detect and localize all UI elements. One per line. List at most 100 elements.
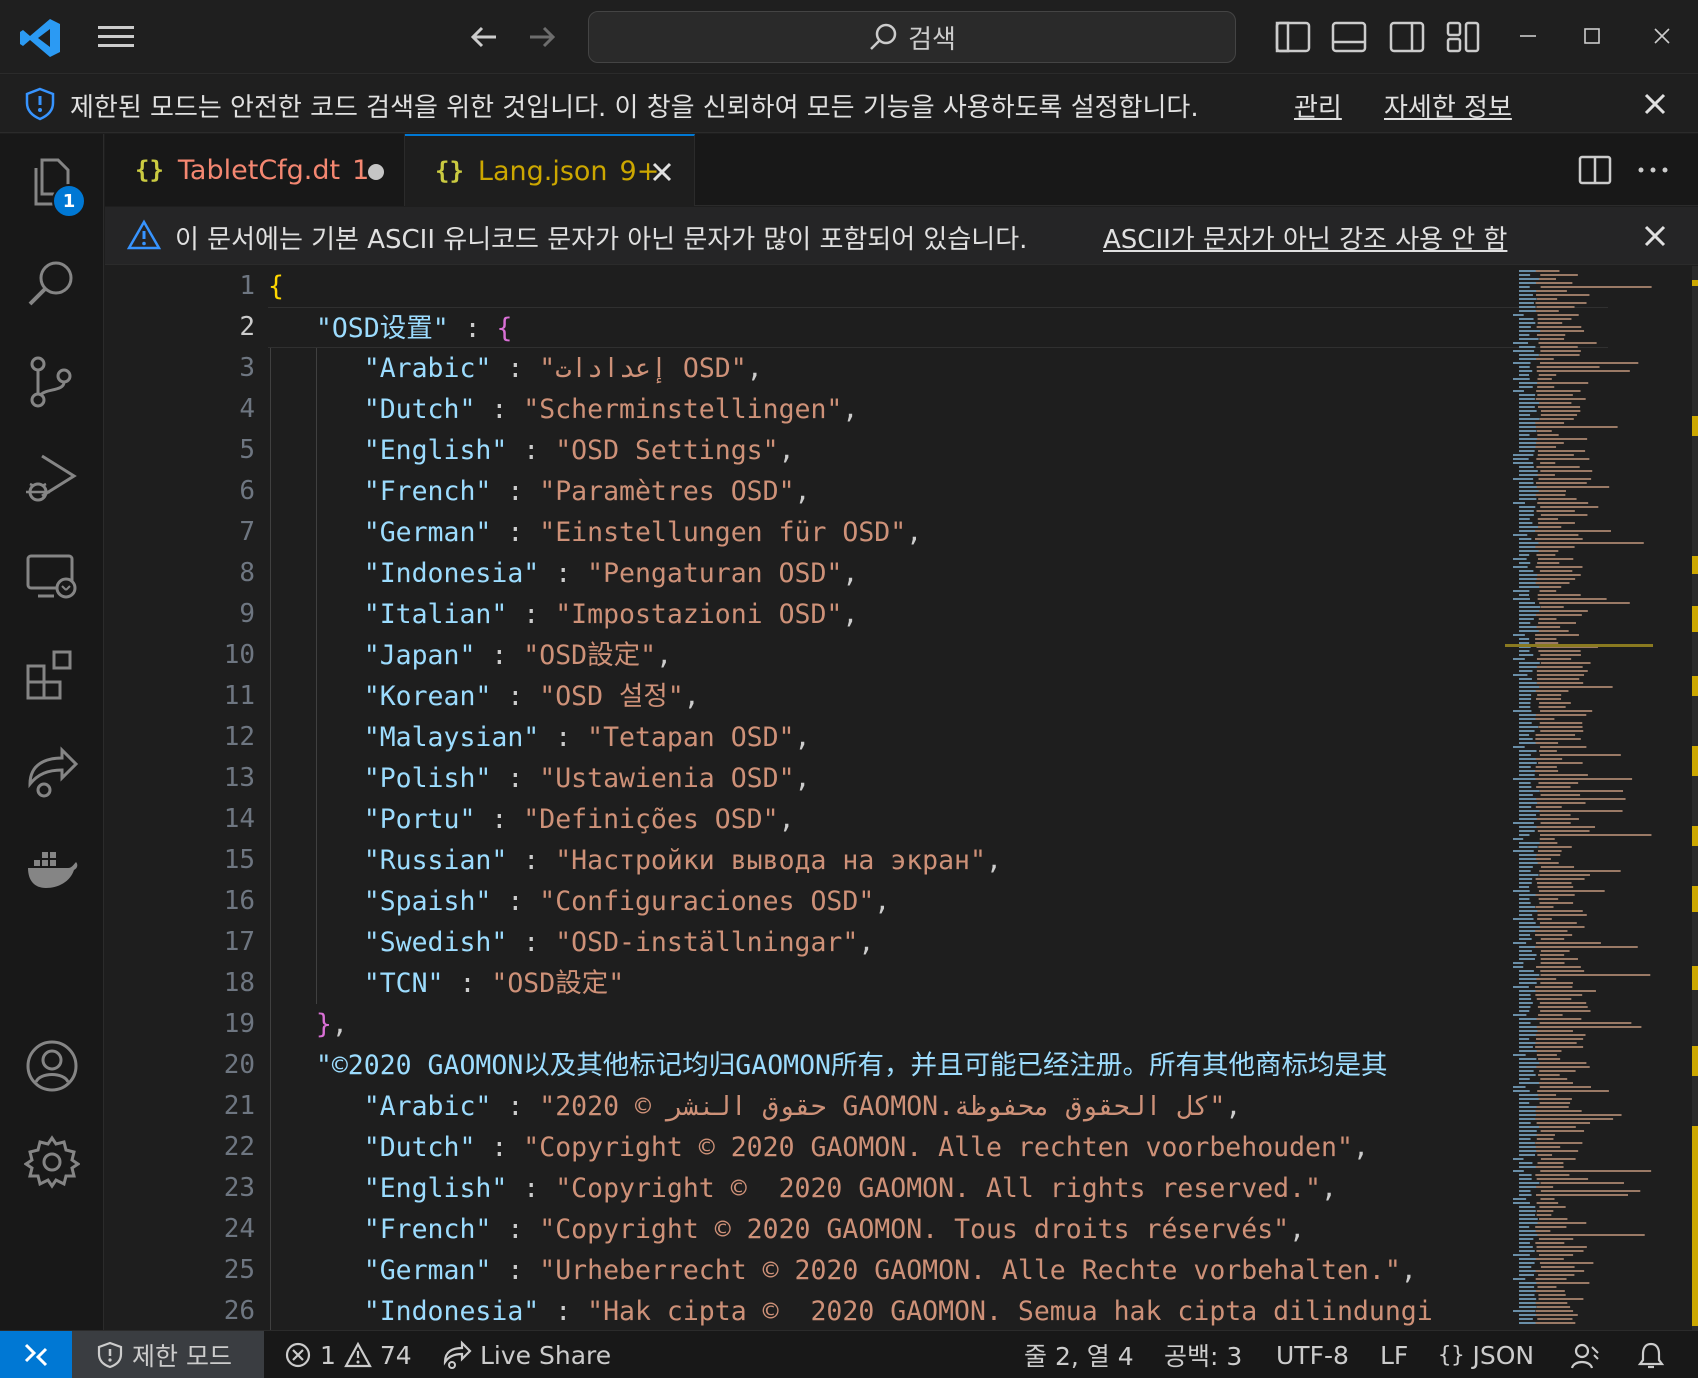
code-line[interactable]: "Arabic" : "2020 © حقوق النشر GAOMON.كل …	[268, 1086, 1242, 1127]
hamburger-menu-icon[interactable]	[96, 22, 136, 52]
back-arrow-icon[interactable]	[466, 18, 506, 56]
code-line[interactable]: "German" : "Einstellungen für OSD",	[268, 512, 922, 553]
close-banner-icon[interactable]	[1640, 89, 1670, 119]
line-number: 15	[223, 845, 255, 875]
eol-status[interactable]: LF	[1380, 1331, 1408, 1378]
code-line[interactable]: "Arabic" : "إعدادات OSD",	[268, 348, 763, 389]
cursor-position[interactable]: 줄 2, 열 4	[1024, 1331, 1134, 1378]
code-line[interactable]: "Polish" : "Ustawienia OSD",	[268, 758, 811, 799]
minimap-key-mark	[1519, 806, 1532, 808]
code-line[interactable]: "Spaish" : "Configuraciones OSD",	[268, 881, 891, 922]
code-token: "Scherminstellingen"	[523, 394, 843, 425]
code-line[interactable]: {	[268, 266, 284, 307]
minimap-key-mark	[1519, 554, 1530, 556]
line-number: 10	[223, 640, 255, 670]
code-line[interactable]: "Dutch" : "Scherminstellingen",	[268, 389, 859, 430]
live-share-status[interactable]: Live Share	[442, 1331, 611, 1378]
live-share-label: Live Share	[480, 1340, 612, 1370]
remote-explorer-icon[interactable]	[24, 548, 80, 604]
minimap-key-mark	[1519, 334, 1530, 336]
code-line[interactable]: "Portu" : "Definições OSD",	[268, 799, 795, 840]
settings-gear-icon[interactable]	[24, 1134, 80, 1190]
code-line[interactable]: "French" : "Copyright © 2020 GAOMON. Tou…	[268, 1209, 1305, 1250]
accounts-icon[interactable]	[24, 1038, 80, 1094]
minimap-key-mark	[1519, 886, 1530, 888]
error-count: 1	[320, 1340, 336, 1370]
maximize-window-icon[interactable]	[1570, 16, 1614, 56]
minimap-value-mark	[1537, 574, 1581, 576]
code-line[interactable]: "Indonesia" : "Hak cipta © 2020 GAOMON. …	[268, 1291, 1433, 1330]
code-line[interactable]: "©2020 GAOMON以及其他标记均归GAOMON所有，并且可能已经注册。所…	[268, 1045, 1388, 1086]
disable-highlight-link[interactable]: ASCII가 문자가 아닌 강조 사용 안 함	[1103, 219, 1507, 256]
search-view-icon[interactable]	[24, 256, 80, 312]
problems-status[interactable]: 1 74	[284, 1331, 412, 1378]
minimap-value-mark	[1535, 930, 1568, 932]
unsaved-dot-icon[interactable]	[368, 164, 384, 180]
minimap-value-mark	[1539, 1086, 1592, 1088]
code-token: :	[443, 968, 492, 999]
code-line[interactable]: "TCN" : "OSD設定"	[268, 963, 624, 1004]
remote-indicator[interactable]	[0, 1331, 72, 1378]
notifications-bell-icon[interactable]	[1636, 1341, 1666, 1371]
indentation-status[interactable]: 공백: 3	[1164, 1331, 1242, 1378]
toggle-secondary-sidebar-icon[interactable]	[1388, 18, 1426, 56]
minimap-value-mark	[1540, 662, 1591, 664]
code-line[interactable]: },	[268, 1004, 348, 1045]
extensions-icon[interactable]	[24, 646, 80, 702]
command-center-search[interactable]: 검색	[588, 11, 1236, 63]
minimap-key-mark	[1513, 534, 1528, 536]
docker-icon[interactable]	[24, 840, 80, 896]
manage-link[interactable]: 관리	[1294, 87, 1342, 124]
minimap[interactable]	[1505, 266, 1653, 1330]
customize-layout-icon[interactable]	[1444, 18, 1482, 56]
tab-tabletcfg[interactable]: {} TabletCfg.dt 1	[105, 134, 405, 206]
code-editor[interactable]: 1 2 3 4 5 6 7 8 9 10 11 12 13 14 15 16 17 18 19 20 21 22 23 24 2…	[105, 266, 1698, 1330]
code-line[interactable]: "English" : "Copyright © 2020 GAOMON. Al…	[268, 1168, 1337, 1209]
code-line[interactable]: "Malaysian" : "Tetapan OSD",	[268, 717, 811, 758]
code-line[interactable]: "French" : "Paramètres OSD",	[268, 471, 811, 512]
line-number: 21	[223, 1091, 255, 1121]
toggle-primary-sidebar-icon[interactable]	[1274, 18, 1312, 56]
close-window-icon[interactable]	[1640, 16, 1684, 56]
line-number: 3	[239, 353, 255, 383]
minimap-value-mark	[1538, 898, 1559, 900]
code-line[interactable]: "Italian" : "Impostazioni OSD",	[268, 594, 859, 635]
minimap-value-mark	[1539, 338, 1565, 340]
close-tab-icon[interactable]	[648, 158, 676, 186]
toggle-panel-icon[interactable]	[1330, 18, 1368, 56]
code-line[interactable]: "Swedish" : "OSD-inställningar",	[268, 922, 875, 963]
split-editor-icon[interactable]	[1577, 152, 1613, 188]
close-warning-icon[interactable]	[1640, 221, 1670, 251]
code-content[interactable]: { "OSD设置" : { "Arabic" : "إعدادات OSD", …	[268, 266, 1608, 1330]
more-actions-icon[interactable]	[1633, 152, 1673, 188]
code-line[interactable]: "Korean" : "OSD 설정",	[268, 676, 700, 717]
minimap-key-mark	[1519, 570, 1534, 572]
code-line[interactable]: "Indonesia" : "Pengaturan OSD",	[268, 553, 859, 594]
encoding-status[interactable]: UTF-8	[1276, 1331, 1349, 1378]
code-line[interactable]: "Japan" : "OSD設定",	[268, 635, 672, 676]
code-line[interactable]: "OSD设置" : {	[268, 307, 1608, 348]
code-line[interactable]: "Dutch" : "Copyright © 2020 GAOMON. Alle…	[268, 1127, 1369, 1168]
minimap-key-mark	[1519, 406, 1535, 408]
feedback-icon[interactable]	[1570, 1341, 1600, 1371]
run-and-debug-icon[interactable]	[24, 450, 80, 506]
forward-arrow-icon[interactable]	[522, 18, 562, 56]
minimize-window-icon[interactable]	[1506, 16, 1550, 56]
code-line[interactable]: "German" : "Urheberrecht © 2020 GAOMON. …	[268, 1250, 1417, 1291]
code-line[interactable]: "Russian" : "Настройки вывода на экран",	[268, 840, 1002, 881]
code-line[interactable]: "English" : "OSD Settings",	[268, 430, 795, 471]
tab-lang-json[interactable]: {} Lang.json 9+	[405, 134, 695, 206]
minimap-value-mark	[1538, 342, 1597, 344]
source-control-icon[interactable]	[24, 354, 80, 410]
language-mode-status[interactable]: {} JSON	[1438, 1331, 1534, 1378]
minimap-key-mark	[1519, 610, 1542, 612]
restricted-mode-status[interactable]: 제한 모드	[72, 1331, 264, 1378]
live-share-icon[interactable]	[24, 744, 80, 800]
minimap-key-mark	[1519, 1190, 1531, 1192]
minimap-key-mark	[1513, 350, 1535, 352]
learn-more-link[interactable]: 자세한 정보	[1384, 87, 1512, 124]
minimap-value-mark	[1540, 710, 1593, 712]
activity-explorer[interactable]: 1	[0, 134, 104, 238]
overview-ruler[interactable]	[1686, 266, 1698, 1330]
